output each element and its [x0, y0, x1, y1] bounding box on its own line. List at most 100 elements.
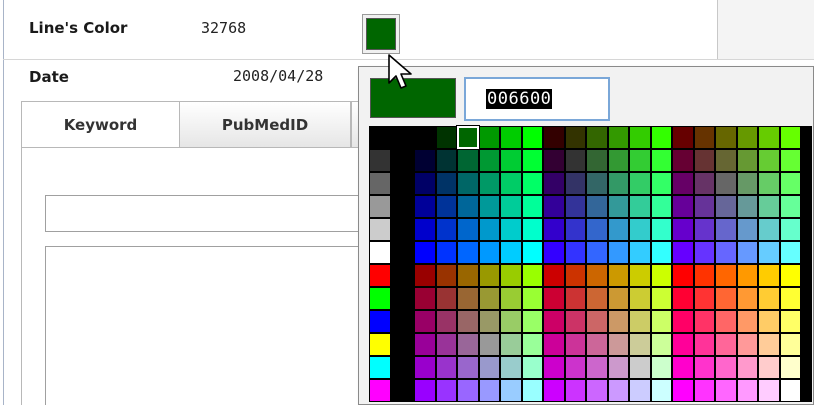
- color-cell[interactable]: [672, 333, 694, 356]
- color-cell[interactable]: [715, 310, 737, 333]
- color-cell[interactable]: [736, 333, 758, 356]
- color-cell[interactable]: [779, 333, 801, 356]
- color-cell[interactable]: [543, 126, 565, 149]
- color-cell[interactable]: [414, 241, 436, 264]
- color-cell[interactable]: [779, 379, 801, 402]
- color-cell[interactable]: [672, 195, 694, 218]
- color-cell[interactable]: [629, 264, 651, 287]
- color-cell[interactable]: [736, 241, 758, 264]
- color-cell[interactable]: [414, 126, 436, 149]
- color-cell[interactable]: [521, 172, 543, 195]
- color-cell[interactable]: [500, 264, 522, 287]
- color-cell[interactable]: [414, 310, 436, 333]
- color-cell[interactable]: [369, 126, 391, 149]
- color-cell[interactable]: [457, 149, 479, 172]
- color-cell[interactable]: [758, 218, 780, 241]
- color-cell[interactable]: [500, 126, 522, 149]
- color-cell[interactable]: [414, 195, 436, 218]
- color-cell[interactable]: [650, 333, 672, 356]
- color-cell[interactable]: [715, 195, 737, 218]
- color-cell[interactable]: [715, 379, 737, 402]
- color-cell[interactable]: [500, 172, 522, 195]
- color-cell[interactable]: [607, 241, 629, 264]
- color-cell[interactable]: [693, 356, 715, 379]
- color-cell[interactable]: [586, 172, 608, 195]
- color-cell[interactable]: [414, 218, 436, 241]
- color-cell[interactable]: [543, 287, 565, 310]
- color-cell[interactable]: [629, 241, 651, 264]
- color-cell[interactable]: [779, 264, 801, 287]
- color-cell[interactable]: [478, 172, 500, 195]
- color-cell[interactable]: [478, 195, 500, 218]
- color-cell[interactable]: [693, 172, 715, 195]
- color-cell[interactable]: [629, 310, 651, 333]
- color-cell[interactable]: [456, 125, 480, 150]
- color-cell[interactable]: [369, 149, 391, 172]
- color-cell[interactable]: [758, 356, 780, 379]
- color-cell[interactable]: [457, 241, 479, 264]
- color-cell[interactable]: [650, 287, 672, 310]
- color-cell[interactable]: [693, 218, 715, 241]
- color-cell[interactable]: [414, 149, 436, 172]
- color-cell[interactable]: [543, 379, 565, 402]
- color-cell[interactable]: [369, 172, 391, 195]
- color-cell[interactable]: [586, 287, 608, 310]
- color-cell[interactable]: [736, 356, 758, 379]
- color-cell[interactable]: [457, 287, 479, 310]
- color-cell[interactable]: [478, 126, 500, 149]
- color-cell[interactable]: [715, 149, 737, 172]
- color-cell[interactable]: [779, 126, 801, 149]
- color-cell[interactable]: [564, 356, 586, 379]
- color-cell[interactable]: [607, 333, 629, 356]
- keyword-textarea[interactable]: [45, 246, 361, 405]
- color-cell[interactable]: [715, 126, 737, 149]
- color-cell[interactable]: [369, 264, 391, 287]
- color-cell[interactable]: [435, 195, 457, 218]
- color-cell[interactable]: [414, 333, 436, 356]
- color-cell[interactable]: [629, 287, 651, 310]
- color-cell[interactable]: [736, 264, 758, 287]
- color-cell[interactable]: [521, 310, 543, 333]
- color-cell[interactable]: [500, 287, 522, 310]
- color-cell[interactable]: [586, 333, 608, 356]
- color-cell[interactable]: [586, 264, 608, 287]
- color-cell[interactable]: [478, 356, 500, 379]
- color-cell[interactable]: [758, 379, 780, 402]
- color-cell[interactable]: [650, 379, 672, 402]
- color-cell[interactable]: [564, 195, 586, 218]
- color-cell[interactable]: [457, 333, 479, 356]
- color-cell[interactable]: [629, 379, 651, 402]
- color-cell[interactable]: [672, 149, 694, 172]
- color-cell[interactable]: [478, 310, 500, 333]
- color-cell[interactable]: [779, 172, 801, 195]
- color-cell[interactable]: [586, 356, 608, 379]
- color-cell[interactable]: [500, 195, 522, 218]
- color-cell[interactable]: [543, 310, 565, 333]
- color-cell[interactable]: [564, 241, 586, 264]
- color-cell[interactable]: [586, 126, 608, 149]
- color-cell[interactable]: [457, 218, 479, 241]
- color-cell[interactable]: [715, 241, 737, 264]
- color-cell[interactable]: [607, 218, 629, 241]
- color-cell[interactable]: [521, 356, 543, 379]
- color-cell[interactable]: [369, 310, 391, 333]
- color-cell[interactable]: [564, 149, 586, 172]
- color-cell[interactable]: [672, 379, 694, 402]
- color-cell[interactable]: [715, 218, 737, 241]
- color-cell[interactable]: [672, 356, 694, 379]
- color-cell[interactable]: [693, 241, 715, 264]
- color-cell[interactable]: [650, 218, 672, 241]
- color-cell[interactable]: [521, 241, 543, 264]
- color-cell[interactable]: [478, 287, 500, 310]
- color-cell[interactable]: [521, 149, 543, 172]
- color-cell[interactable]: [521, 287, 543, 310]
- color-cell[interactable]: [435, 356, 457, 379]
- color-cell[interactable]: [779, 218, 801, 241]
- color-cell[interactable]: [521, 195, 543, 218]
- color-cell[interactable]: [543, 333, 565, 356]
- color-cell[interactable]: [586, 241, 608, 264]
- color-cell[interactable]: [457, 379, 479, 402]
- color-cell[interactable]: [607, 126, 629, 149]
- color-cell[interactable]: [435, 379, 457, 402]
- color-cell[interactable]: [672, 126, 694, 149]
